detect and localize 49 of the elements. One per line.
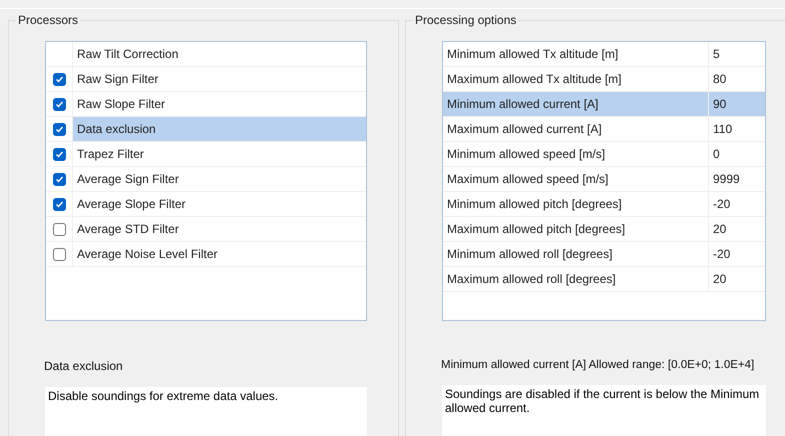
processor-item[interactable]: Trapez Filter xyxy=(73,142,366,166)
option-name-cell[interactable]: Maximum allowed roll [degrees] xyxy=(443,267,708,291)
option-value-cell[interactable]: 0 xyxy=(708,142,765,166)
option-name-cell[interactable]: Minimum allowed roll [degrees] xyxy=(443,242,708,266)
check-icon xyxy=(54,100,64,108)
processor-item[interactable]: Average Noise Level Filter xyxy=(73,242,366,266)
checkbox[interactable] xyxy=(52,222,66,236)
option-name-cell[interactable]: Minimum allowed Tx altitude [m] xyxy=(443,42,708,66)
option-value-cell[interactable]: 80 xyxy=(708,67,765,91)
processor-item[interactable]: Average Sign Filter xyxy=(73,167,366,191)
option-value-cell[interactable]: -20 xyxy=(708,242,765,266)
option-value-cell[interactable]: 5 xyxy=(708,42,765,66)
description-box: Disable soundings for extreme data values. xyxy=(45,387,367,436)
check-icon xyxy=(54,174,64,184)
checkbox[interactable] xyxy=(52,122,66,136)
checkbox[interactable] xyxy=(52,148,66,160)
option-value-cell[interactable]: 90 xyxy=(708,92,765,116)
processor-item[interactable]: Data exclusion xyxy=(73,117,366,141)
group-title: Processing options xyxy=(413,13,518,27)
option-value-cell[interactable]: 110 xyxy=(708,117,765,141)
processor-item[interactable]: Average Slope Filter xyxy=(73,192,366,216)
description-label: Data exclusion xyxy=(44,359,124,373)
option-value-cell[interactable]: 9999 xyxy=(708,167,765,191)
checkbox[interactable] xyxy=(52,198,66,210)
check-icon xyxy=(54,74,64,84)
option-value-cell[interactable]: 20 xyxy=(708,217,765,241)
option-name-cell[interactable]: Minimum allowed speed [m/s] xyxy=(443,142,708,166)
processor-item[interactable]: Average STD Filter xyxy=(73,217,366,241)
description-box: Soundings are disabled if the current is below the Minimum allowed current. xyxy=(442,385,766,436)
checkbox[interactable] xyxy=(52,172,66,186)
checkbox[interactable] xyxy=(52,98,66,110)
processor-item[interactable]: Raw Tilt Correction xyxy=(73,42,366,66)
processor-item[interactable]: Raw Slope Filter xyxy=(73,92,366,116)
option-value-cell[interactable]: -20 xyxy=(708,192,765,216)
description-label: Minimum allowed current [A] Allowed range: [0.0E+0; 1.0E+4] xyxy=(441,359,756,371)
checkbox[interactable] xyxy=(52,72,66,86)
check-icon xyxy=(54,124,64,134)
option-name-cell[interactable]: Maximum allowed speed [m/s] xyxy=(443,167,708,191)
check-icon xyxy=(54,200,64,208)
option-name-cell[interactable]: Minimum allowed current [A] xyxy=(443,92,708,116)
option-name-cell[interactable]: Maximum allowed pitch [degrees] xyxy=(443,217,708,241)
processor-item[interactable]: Raw Sign Filter xyxy=(73,67,366,91)
option-name-cell[interactable]: Maximum allowed Tx altitude [m] xyxy=(443,67,708,91)
option-name-cell[interactable]: Minimum allowed pitch [degrees] xyxy=(443,192,708,216)
option-value-cell[interactable]: 20 xyxy=(708,267,765,291)
checkbox[interactable] xyxy=(52,248,66,260)
option-name-cell[interactable]: Maximum allowed current [A] xyxy=(443,117,708,141)
group-title: Processors xyxy=(16,13,80,27)
check-icon xyxy=(54,150,64,158)
